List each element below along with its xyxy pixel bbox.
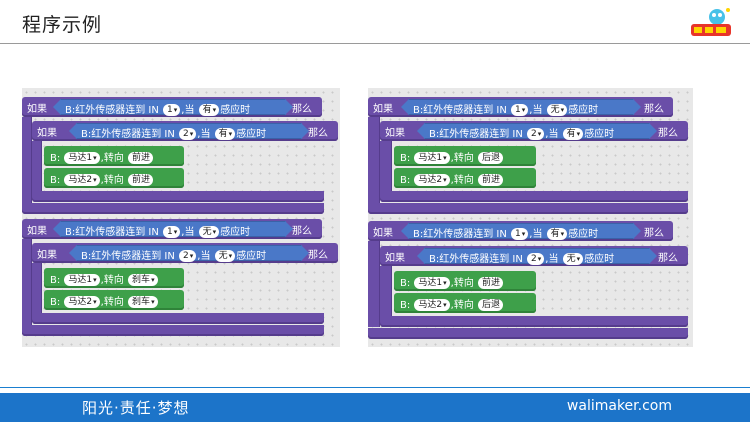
page-title: 程序示例	[22, 14, 103, 36]
code-panel-right: 如果 B:红外传感器连到 IN 1▾ ,当 无▾ 感应时 那么 如果 B:红外传感器…	[368, 88, 693, 347]
if-block[interactable]: 如果 B:红外传感器连到 IN 1▾ ,当 有▾ 感应时 那么	[22, 97, 322, 117]
motor-block[interactable]: B: 马达1▾ ,转向 前进	[394, 271, 536, 291]
then-keyword: 那么	[644, 228, 664, 239]
title-divider	[0, 43, 750, 44]
then-keyword: 那么	[308, 128, 328, 139]
motor-block[interactable]: B: 马达2▾ ,转向 刹车▾	[44, 290, 184, 310]
ir-condition[interactable]: B:红外传感器连到 IN 2▾ ,当 无▾ 感应时	[69, 245, 309, 262]
footer-site[interactable]: walimaker.com	[567, 398, 672, 414]
ir-condition[interactable]: B:红外传感器连到 IN 1▾ ,当 无▾ 感应时	[53, 221, 293, 238]
if-keyword: 如果	[37, 250, 57, 261]
if-block[interactable]: 如果 B:红外传感器连到 IN 2▾ ,当 有▾ 感应时 那么	[32, 121, 338, 141]
if-block[interactable]: 如果 B:红外传感器连到 IN 1▾ ,当 有▾ 感应时 那么	[368, 221, 673, 241]
footer-bar: 阳光·责任·梦想 walimaker.com	[0, 393, 750, 422]
motor-block[interactable]: B: 马达1▾ ,转向 刹车▾	[44, 268, 184, 288]
footer-slogan: 阳光·责任·梦想	[82, 399, 190, 417]
code-panel-left: 如果 B:红外传感器连到 IN 1▾ ,当 有▾ 感应时 那么 如果 B:红外传感器…	[22, 88, 340, 347]
ir-condition[interactable]: B:红外传感器连到 IN 2▾ ,当 无▾ 感应时	[417, 248, 657, 265]
then-keyword: 那么	[644, 104, 664, 115]
if-keyword: 如果	[27, 104, 47, 115]
then-keyword: 那么	[658, 128, 678, 139]
if-block[interactable]: 如果 B:红外传感器连到 IN 1▾ ,当 无▾ 感应时 那么	[22, 219, 322, 239]
ir-condition[interactable]: B:红外传感器连到 IN 1▾ ,当 有▾ 感应时	[401, 223, 641, 240]
then-keyword: 那么	[308, 250, 328, 261]
if-keyword: 如果	[27, 226, 47, 237]
if-keyword: 如果	[385, 128, 405, 139]
motor-block[interactable]: B: 马达2▾ ,转向 前进	[394, 168, 536, 188]
if-keyword: 如果	[37, 128, 57, 139]
motor-block[interactable]: B: 马达2▾ ,转向 后退	[394, 293, 536, 313]
ir-condition[interactable]: B:红外传感器连到 IN 2▾ ,当 有▾ 感应时	[69, 123, 309, 140]
if-block[interactable]: 如果 B:红外传感器连到 IN 2▾ ,当 无▾ 感应时 那么	[380, 246, 688, 266]
if-block[interactable]: 如果 B:红外传感器连到 IN 1▾ ,当 无▾ 感应时 那么	[368, 97, 673, 117]
if-block[interactable]: 如果 B:红外传感器连到 IN 2▾ ,当 有▾ 感应时 那么	[380, 121, 688, 141]
motor-block[interactable]: B: 马达1▾ ,转向 后退	[394, 146, 536, 166]
then-keyword: 那么	[292, 226, 312, 237]
if-keyword: 如果	[373, 104, 393, 115]
ir-condition[interactable]: B:红外传感器连到 IN 1▾ ,当 无▾ 感应时	[401, 99, 641, 116]
motor-block[interactable]: B: 马达2▾ ,转向 前进	[44, 168, 184, 188]
motor-block[interactable]: B: 马达1▾ ,转向 前进	[44, 146, 184, 166]
then-keyword: 那么	[658, 253, 678, 264]
ir-condition[interactable]: B:红外传感器连到 IN 1▾ ,当 有▾ 感应时	[53, 99, 293, 116]
if-keyword: 如果	[373, 228, 393, 239]
ir-condition[interactable]: B:红外传感器连到 IN 2▾ ,当 有▾ 感应时	[417, 123, 657, 140]
if-keyword: 如果	[385, 253, 405, 264]
if-block[interactable]: 如果 B:红外传感器连到 IN 2▾ ,当 无▾ 感应时 那么	[32, 243, 338, 263]
then-keyword: 那么	[292, 104, 312, 115]
logo	[688, 4, 734, 42]
footer-divider	[0, 387, 750, 388]
